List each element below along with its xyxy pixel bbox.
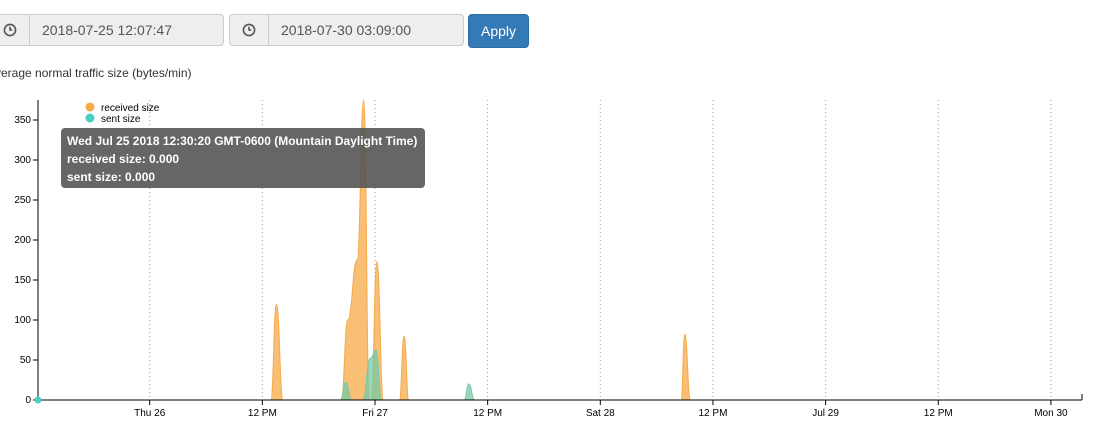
y-tick-label: 250 <box>14 195 31 206</box>
legend-label: sent size <box>101 114 141 125</box>
start-datetime-field[interactable]: 2018-07-25 12:07:47 <box>0 14 224 46</box>
clock-icon <box>230 15 269 45</box>
y-tick-label: 0 <box>25 395 31 406</box>
clock-icon <box>0 15 30 45</box>
end-datetime-field[interactable]: 2018-07-30 03:09:00 <box>229 14 464 46</box>
origin-dot <box>34 396 42 404</box>
chart-title: verage normal traffic size (bytes/min) <box>0 66 192 80</box>
x-tick-label: Thu 26 <box>134 408 166 419</box>
x-tick-label: 12 PM <box>473 408 502 419</box>
legend-marker <box>85 102 95 112</box>
apply-button[interactable]: Apply <box>468 14 529 48</box>
y-tick-label: 100 <box>14 315 31 326</box>
end-datetime-value[interactable]: 2018-07-30 03:09:00 <box>269 15 463 45</box>
legend-marker <box>85 113 95 123</box>
x-tick-label: Sat 28 <box>586 408 615 419</box>
start-datetime-value[interactable]: 2018-07-25 12:07:47 <box>30 15 223 45</box>
x-tick-label: Fri 27 <box>362 408 388 419</box>
x-tick-label: Mon 30 <box>1034 408 1068 419</box>
tooltip-received: received size: 0.000 <box>67 152 180 166</box>
y-tick-label: 50 <box>20 355 32 366</box>
y-tick-label: 200 <box>14 235 31 246</box>
tooltip-sent: sent size: 0.000 <box>67 170 156 184</box>
x-tick-label: 12 PM <box>924 408 953 419</box>
y-tick-label: 300 <box>14 155 31 166</box>
chart-tooltip: Wed Jul 25 2018 12:30:20 GMT-0600 (Mount… <box>61 128 425 188</box>
tooltip-date: Wed Jul 25 2018 12:30:20 GMT-0600 (Mount… <box>67 134 418 148</box>
legend-label: received size <box>101 103 160 114</box>
y-tick-label: 150 <box>14 275 31 286</box>
series-area-sent-size <box>38 349 1080 401</box>
x-tick-label: 12 PM <box>699 408 728 419</box>
x-tick-label: Jul 29 <box>812 408 839 419</box>
y-tick-label: 350 <box>14 115 31 126</box>
x-tick-label: 12 PM <box>248 408 277 419</box>
